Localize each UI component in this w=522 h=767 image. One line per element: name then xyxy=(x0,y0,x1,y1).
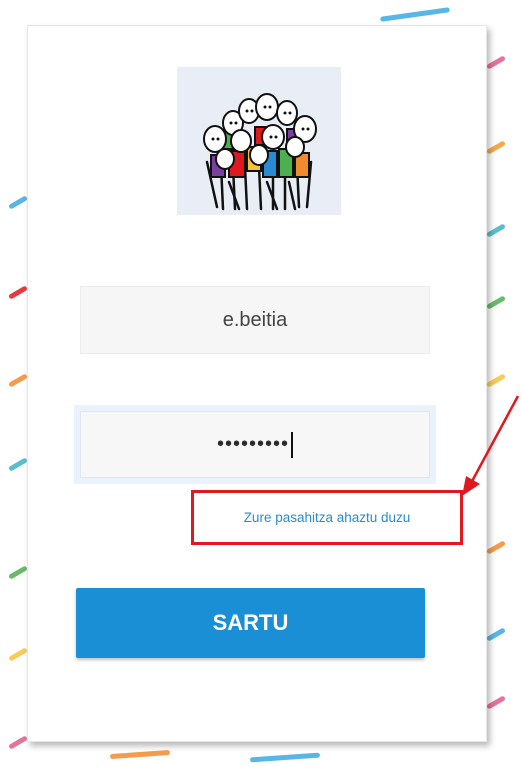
submit-button[interactable]: SARTU xyxy=(76,588,425,658)
submit-label: SARTU xyxy=(212,610,289,635)
